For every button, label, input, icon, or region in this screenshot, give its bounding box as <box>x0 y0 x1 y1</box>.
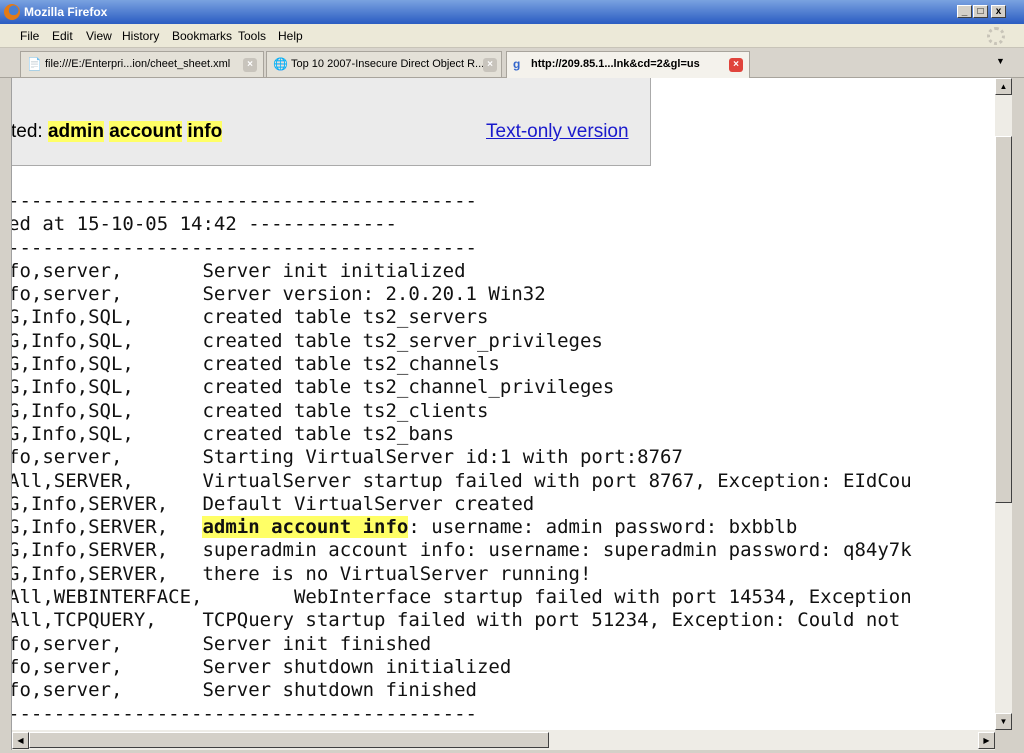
horizontal-scroll-thumb[interactable] <box>29 732 549 748</box>
log-line: All,TCPQUERY, TCPQuery startup failed wi… <box>12 609 901 632</box>
log-line: fo,server, Starting VirtualServer id:1 w… <box>12 446 683 469</box>
log-line: fo,server, Server version: 2.0.20.1 Win3… <box>12 283 546 306</box>
globe-icon: 🌐 <box>273 57 288 71</box>
menu-view[interactable]: View <box>86 29 112 43</box>
highlight-term: admin <box>47 121 104 142</box>
text-only-version-link[interactable]: Text-only version <box>486 121 629 143</box>
log-line: G,Info,SQL, created table ts2_bans <box>12 422 455 445</box>
menu-file[interactable]: File <box>20 29 39 43</box>
log-line: G,Info,SQL, created table ts2_clients <box>12 399 489 422</box>
vertical-scroll-thumb[interactable] <box>995 136 1012 503</box>
minimize-button[interactable]: _ <box>957 5 972 18</box>
tab-label: Top 10 2007-Insecure Direct Object R... <box>291 58 485 70</box>
tab-close-icon[interactable]: × <box>483 58 497 72</box>
log-line: ----------------------------------------… <box>12 702 477 725</box>
throbber-icon <box>987 27 1005 45</box>
maximize-button[interactable]: □ <box>973 5 988 18</box>
highlight-term: account <box>109 121 183 142</box>
log-line-prefix: G,Info,SERVER, <box>12 516 203 539</box>
log-line: G,Info,SQL, created table ts2_server_pri… <box>12 329 603 352</box>
window-right-edge <box>1012 78 1024 753</box>
log-line: fo,server, Server init initialized <box>12 259 466 282</box>
menu-bar: File Edit View History Bookmarks Tools H… <box>0 24 1024 48</box>
cache-terms-prefix: ted: <box>12 121 48 142</box>
close-window-button[interactable]: x <box>991 5 1006 18</box>
tab-bar: 📄 file:///E:/Enterpri...ion/cheet_sheet.… <box>0 48 1024 78</box>
page-viewport: ted: admin account info Text-only versio… <box>12 78 995 730</box>
menu-edit[interactable]: Edit <box>52 29 73 43</box>
log-line: G,Info,SQL, created table ts2_servers <box>12 306 489 329</box>
tab-label: http://209.85.1...lnk&cd=2&gl=us <box>531 58 700 70</box>
log-line: ----------------------------------------… <box>12 190 477 212</box>
menu-tools[interactable]: Tools <box>238 29 266 43</box>
menu-help[interactable]: Help <box>278 29 303 43</box>
log-content: ----------------------------------------… <box>12 190 912 726</box>
page-icon: 📄 <box>27 57 42 71</box>
window-left-edge <box>0 78 12 753</box>
log-line: fo,server, Server init finished <box>12 632 432 655</box>
window-title: Mozilla Firefox <box>24 5 108 19</box>
menu-history[interactable]: History <box>122 29 159 43</box>
vertical-scrollbar[interactable]: ▲ ▼ <box>995 78 1012 730</box>
log-line: All,WEBINTERFACE, WebInterface startup f… <box>12 586 912 609</box>
log-line: ----------------------------------------… <box>12 236 477 259</box>
log-line: fo,server, Server shutdown initialized <box>12 655 512 678</box>
log-line-suffix: : username: admin password: bxbblb <box>408 516 798 539</box>
log-line: G,Info,SERVER, there is no VirtualServer… <box>12 562 592 585</box>
log-line: All,SERVER, VirtualServer startup failed… <box>12 469 912 492</box>
tab-google-cache[interactable]: g http://209.85.1...lnk&cd=2&gl=us × <box>506 51 750 78</box>
scroll-right-icon[interactable]: ▶ <box>978 732 995 749</box>
highlight-term: info <box>187 121 223 142</box>
log-line: ed at 15-10-05 14:42 ------------- <box>12 213 397 236</box>
horizontal-scrollbar[interactable]: ◀ ▶ <box>12 730 995 750</box>
tab-label: file:///E:/Enterpri...ion/cheet_sheet.xm… <box>45 58 231 70</box>
log-line: G,Info,SERVER, Default VirtualServer cre… <box>12 492 535 515</box>
scroll-left-icon[interactable]: ◀ <box>12 732 29 749</box>
menu-bookmarks[interactable]: Bookmarks <box>172 29 232 43</box>
log-line-admin-account-info: G,Info,SERVER, admin account info: usern… <box>12 516 798 539</box>
google-icon: g <box>513 57 521 71</box>
firefox-logo-icon <box>4 4 20 20</box>
scroll-up-icon[interactable]: ▲ <box>995 78 1012 95</box>
scroll-down-icon[interactable]: ▼ <box>995 713 1012 730</box>
tab-cheat-sheet[interactable]: 📄 file:///E:/Enterpri...ion/cheet_sheet.… <box>20 51 264 77</box>
log-line: G,Info,SQL, created table ts2_channel_pr… <box>12 376 615 399</box>
tab-owasp-top10[interactable]: 🌐 Top 10 2007-Insecure Direct Object R..… <box>266 51 502 77</box>
tab-list-dropdown-icon[interactable]: ▼ <box>996 56 1005 66</box>
cache-header-box: ted: admin account info Text-only versio… <box>12 78 651 166</box>
log-line: G,Info,SERVER, superadmin account info: … <box>12 539 912 562</box>
cache-terms-line: ted: admin account info <box>12 121 223 143</box>
highlighted-phrase: admin account info <box>202 516 409 539</box>
window-title-bar: Mozilla Firefox _ □ x <box>0 0 1024 24</box>
log-line: G,Info,SQL, created table ts2_channels <box>12 353 500 376</box>
tab-close-icon[interactable]: × <box>729 58 743 72</box>
tab-close-icon[interactable]: × <box>243 58 257 72</box>
log-line: fo,server, Server shutdown finished <box>12 679 477 702</box>
